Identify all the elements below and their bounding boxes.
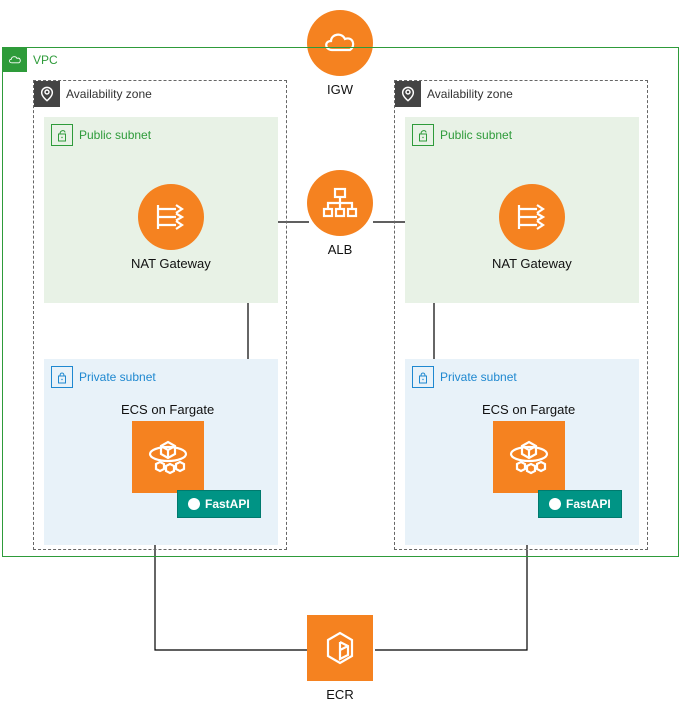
availability-zone-label: Availability zone [66, 87, 152, 101]
ecs-fargate-label: ECS on Fargate [121, 402, 214, 417]
ecr-label: ECR [326, 687, 353, 702]
load-balancer-icon [307, 170, 373, 236]
private-subnet-right: Private subnet ECS on Fargate FastAPI [405, 359, 639, 545]
private-subnet-label: Private subnet [79, 370, 156, 384]
nat-gateway-icon [499, 184, 565, 250]
ecs-fargate-node: ECS on Fargate [482, 402, 575, 493]
fastapi-badge: FastAPI [538, 490, 622, 518]
ecs-fargate-node: ECS on Fargate [121, 402, 214, 493]
vpc-container: VPC Availability zone Public subnet NAT … [2, 47, 679, 557]
lock-open-icon [51, 124, 73, 146]
fastapi-label: FastAPI [205, 497, 250, 511]
ecr-node: ECR [307, 615, 373, 702]
ecs-fargate-icon [493, 421, 565, 493]
lock-closed-icon [412, 366, 434, 388]
nat-gateway-node: NAT Gateway [131, 184, 211, 271]
nat-gateway-node: NAT Gateway [492, 184, 572, 271]
vpc-label: VPC [33, 53, 58, 67]
ecs-fargate-icon [132, 421, 204, 493]
availability-zone-right: Availability zone Public subnet NAT Gate… [394, 80, 648, 550]
public-subnet-left: Public subnet NAT Gateway [44, 117, 278, 303]
availability-zone-label: Availability zone [427, 87, 513, 101]
nat-gateway-icon [138, 184, 204, 250]
public-subnet-label: Public subnet [79, 128, 151, 142]
cloud-icon [3, 48, 27, 72]
availability-zone-icon [34, 81, 60, 107]
fastapi-label: FastAPI [566, 497, 611, 511]
private-subnet-left: Private subnet ECS on Fargate FastAPI [44, 359, 278, 545]
fastapi-badge: FastAPI [177, 490, 261, 518]
alb-node: ALB [307, 170, 373, 257]
private-subnet-label: Private subnet [440, 370, 517, 384]
lock-open-icon [412, 124, 434, 146]
public-subnet-label: Public subnet [440, 128, 512, 142]
alb-label: ALB [328, 242, 353, 257]
nat-gateway-label: NAT Gateway [492, 256, 572, 271]
ecs-fargate-label: ECS on Fargate [482, 402, 575, 417]
availability-zone-icon [395, 81, 421, 107]
ecr-icon [307, 615, 373, 681]
lock-closed-icon [51, 366, 73, 388]
availability-zone-left: Availability zone Public subnet NAT Gate… [33, 80, 287, 550]
public-subnet-right: Public subnet NAT Gateway [405, 117, 639, 303]
nat-gateway-label: NAT Gateway [131, 256, 211, 271]
